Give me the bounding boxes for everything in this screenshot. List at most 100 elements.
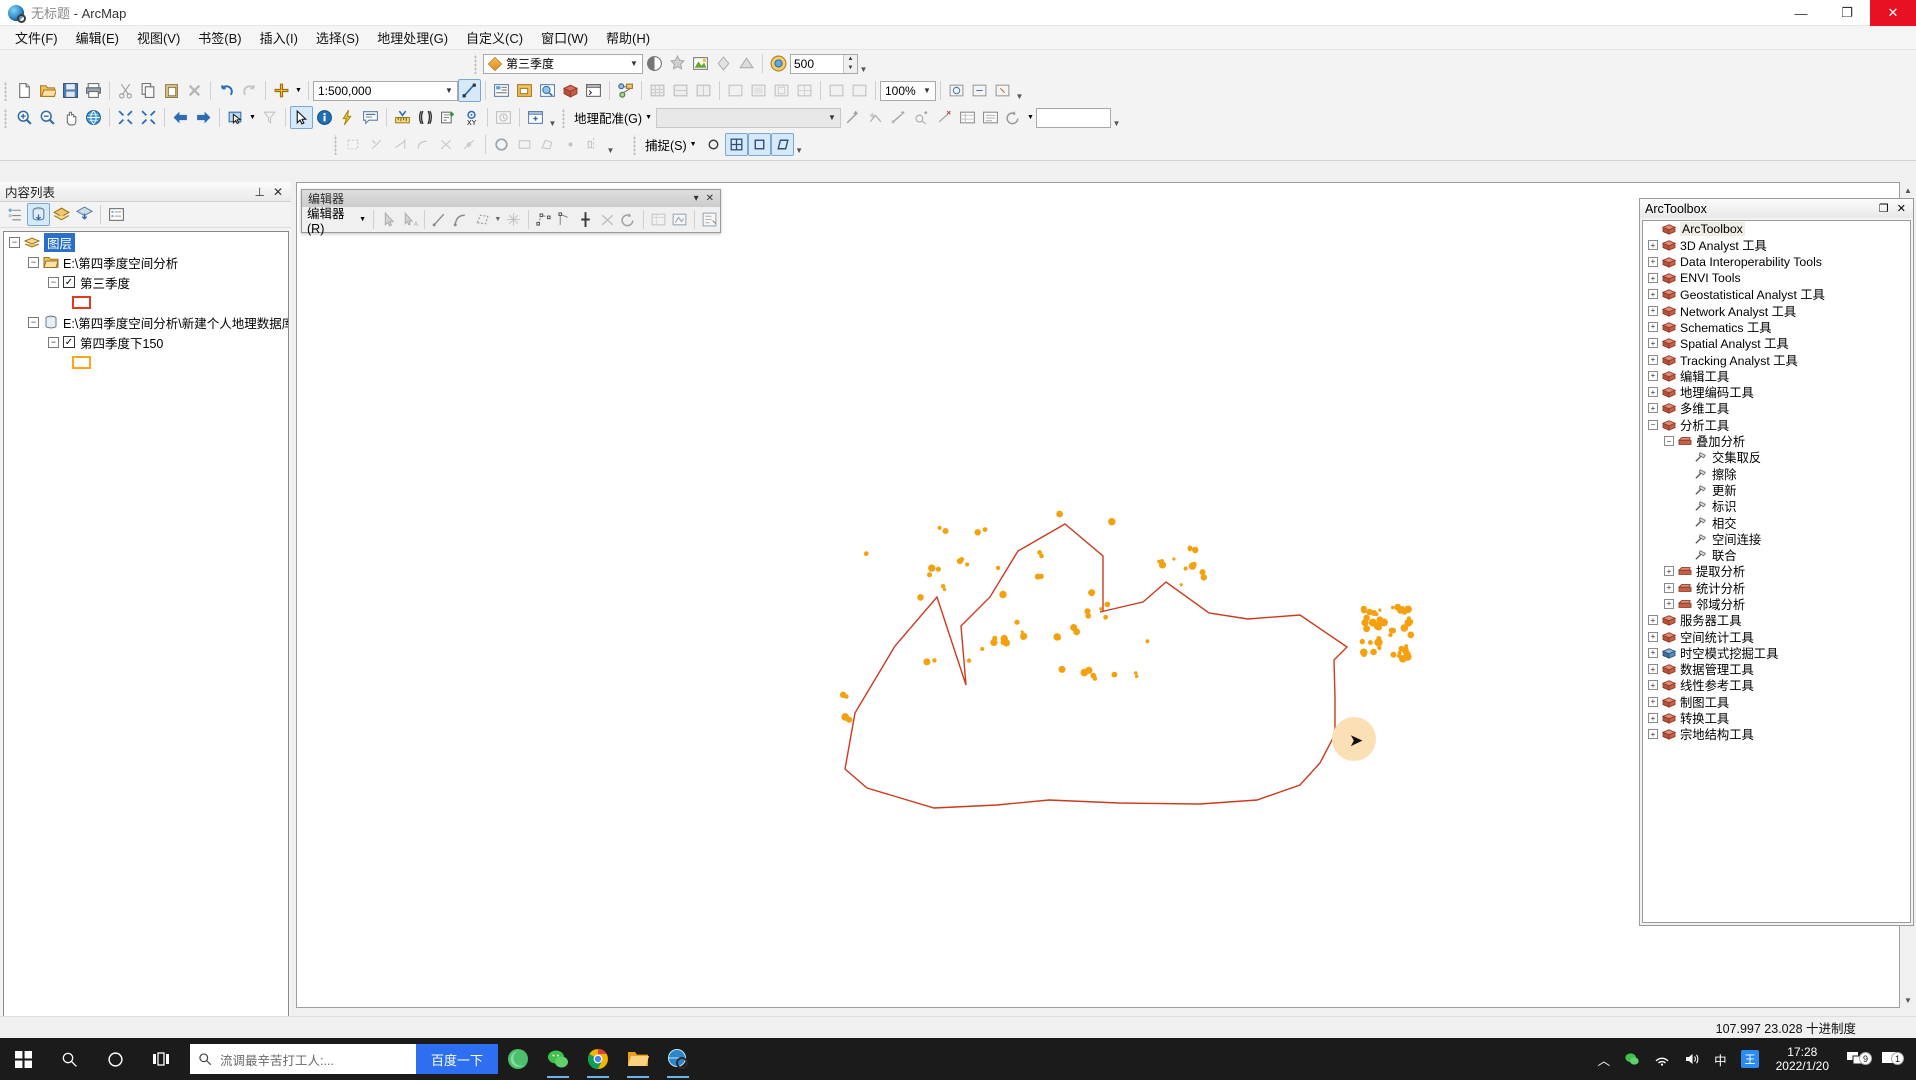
arctoolbox-item[interactable]: + 线性参考工具	[1643, 677, 1910, 693]
cut-button[interactable]	[114, 79, 137, 102]
construct-polygon-button[interactable]	[536, 133, 559, 156]
layout-tool-4[interactable]	[793, 79, 816, 102]
menu-item-file[interactable]: 文件(F)	[6, 25, 67, 50]
html-popup-button[interactable]	[359, 106, 382, 129]
toc-node-layer-q3[interactable]: − ✓ 第三季度	[4, 272, 288, 292]
start-button[interactable]	[0, 1038, 46, 1080]
arctoolbox-item[interactable]: 相交	[1643, 514, 1910, 531]
tray-volume-icon[interactable]	[1677, 1052, 1707, 1066]
toolbar-grip-icon[interactable]	[3, 107, 10, 128]
arctoolbox-item[interactable]: 交集取反	[1643, 449, 1910, 465]
toolbar-overflow-tools[interactable]: ▼	[547, 107, 558, 128]
expand-collapse-icon[interactable]: +	[1648, 370, 1658, 381]
toc-node-geodatabase[interactable]: − E:\第四季度空间分析\新建个人地理数据库	[4, 312, 288, 332]
vertex-snapping-button[interactable]	[747, 133, 771, 156]
layout-zoom-in-button[interactable]	[945, 79, 968, 102]
straight-segment-button[interactable]	[429, 208, 450, 231]
rotate-feature-button[interactable]	[618, 208, 639, 231]
paste-button[interactable]	[160, 79, 183, 102]
slope-tool-button[interactable]	[666, 52, 689, 75]
expand-collapse-icon[interactable]: +	[1648, 647, 1658, 658]
edge-snapping-button[interactable]	[770, 133, 794, 156]
taskbar-app-chrome[interactable]	[578, 1038, 618, 1080]
arctoolbox-item[interactable]: + Tracking Analyst 工具	[1643, 351, 1910, 368]
search-input-text[interactable]: 流调最辛苦打工人:...	[220, 1050, 334, 1069]
layout-zoom-combo[interactable]: 100% ▼	[880, 80, 936, 101]
editor-window-menu-icon[interactable]: ▾	[694, 193, 699, 204]
toolbar-overflow-georef[interactable]: ▼	[1111, 107, 1122, 128]
scroll-down-icon[interactable]: ▼	[1900, 992, 1916, 1008]
menu-item-window[interactable]: 窗口(W)	[532, 25, 597, 50]
contour-tool-button[interactable]	[643, 52, 666, 75]
toolbar-grip-icon[interactable]	[473, 53, 480, 74]
expand-collapse-icon[interactable]: −	[1664, 436, 1674, 446]
fixed-zoom-out-button[interactable]	[137, 106, 160, 129]
edit-vertices-button[interactable]	[533, 208, 554, 231]
expand-collapse-icon[interactable]: −	[48, 336, 59, 348]
layout-tool-2[interactable]	[747, 79, 770, 102]
layer-symbol-swatch[interactable]	[72, 355, 91, 369]
editor-toolbar-toggle[interactable]	[458, 79, 481, 102]
aspect-tool-button[interactable]	[712, 52, 735, 75]
construct-rectangle-button[interactable]	[513, 133, 536, 156]
expand-collapse-icon[interactable]: +	[1664, 566, 1674, 577]
grid-tool-1[interactable]	[646, 79, 669, 102]
chevron-down-icon[interactable]: ▼	[690, 141, 697, 148]
find-button[interactable]	[414, 106, 437, 129]
toolbar-overflow-advanced[interactable]: ▼	[605, 134, 616, 155]
endpoint-snapping-button[interactable]	[724, 133, 748, 156]
expand-collapse-icon[interactable]: +	[1648, 387, 1658, 398]
hyperlink-button[interactable]	[336, 106, 359, 129]
arctoolbox-item[interactable]: 标识	[1643, 498, 1910, 514]
edit-annotation-button[interactable]: A	[399, 208, 420, 231]
arctoolbox-item[interactable]: + 编辑工具	[1643, 368, 1910, 384]
go-forward-extent-button[interactable]	[192, 106, 215, 129]
menu-item-help[interactable]: 帮助(H)	[597, 25, 659, 50]
arctoolbox-item[interactable]: + 转换工具	[1643, 710, 1910, 726]
menu-item-geoprocessing[interactable]: 地理处理(G)	[368, 25, 457, 50]
arctoolbox-item[interactable]: 联合	[1643, 547, 1910, 563]
add-data-dropdown[interactable]: ▼	[293, 79, 304, 102]
close-button[interactable]: ✕	[1870, 0, 1916, 26]
expand-collapse-icon[interactable]: +	[1648, 615, 1658, 626]
arctoolbox-item[interactable]: 空间连接	[1643, 531, 1910, 547]
mirror-features-button[interactable]	[582, 133, 605, 156]
create-viewer-window-button[interactable]	[524, 106, 547, 129]
chevron-down-icon[interactable]: ▼	[824, 109, 840, 127]
expand-collapse-icon[interactable]: +	[1648, 403, 1658, 414]
cut-polygons-button[interactable]	[575, 208, 596, 231]
delete-link-button[interactable]	[933, 106, 956, 129]
add-data-button[interactable]	[270, 79, 293, 102]
select-dropdown[interactable]: ▼	[247, 106, 258, 129]
buffer-distance-stepper[interactable]: ▲ ▼	[790, 53, 858, 74]
arctoolbox-root-node[interactable]: ArcToolbox	[1643, 221, 1910, 237]
baidu-search-button[interactable]: 百度一下	[416, 1044, 498, 1074]
toolbar-grip-icon[interactable]	[3, 80, 10, 101]
arctoolbox-item[interactable]: + ENVI Tools	[1643, 270, 1910, 286]
grid-tool-2[interactable]	[669, 79, 692, 102]
editor-menu-button[interactable]: 编辑器(R) ▼	[304, 203, 369, 236]
create-features-button[interactable]	[699, 208, 720, 231]
toc-close-icon[interactable]: ✕	[273, 185, 283, 199]
new-document-button[interactable]	[13, 79, 36, 102]
taskbar-app-arcmap[interactable]	[658, 1038, 698, 1080]
grid-tool-3[interactable]	[692, 79, 715, 102]
stepper-up-icon[interactable]: ▲	[844, 55, 857, 64]
toc-node-folder[interactable]: − E:\第四季度空间分析	[4, 252, 288, 272]
rotate-button[interactable]	[1002, 106, 1025, 129]
toolbar-grip-icon[interactable]	[561, 107, 568, 128]
construct-point-button[interactable]	[559, 133, 582, 156]
chevron-down-icon[interactable]: ▼	[359, 216, 366, 223]
arctoolbox-item[interactable]: + 提取分析	[1643, 563, 1910, 579]
curve-segment-button[interactable]	[450, 208, 471, 231]
arctoolbox-item[interactable]: + 时空模式挖掘工具	[1643, 645, 1910, 661]
split-tool-button[interactable]	[596, 208, 617, 231]
expand-collapse-icon[interactable]: −	[48, 276, 59, 288]
tray-wechat-icon[interactable]	[1617, 1051, 1647, 1067]
arctoolbox-item[interactable]: + 服务器工具	[1643, 612, 1910, 628]
toc-symbol-q3[interactable]	[4, 292, 288, 312]
arctoolbox-item[interactable]: 更新	[1643, 482, 1910, 498]
arctoolbox-item[interactable]: + Schematics 工具	[1643, 319, 1910, 335]
expand-collapse-icon[interactable]: −	[28, 256, 39, 268]
arctoolbox-item[interactable]: + 制图工具	[1643, 694, 1910, 710]
